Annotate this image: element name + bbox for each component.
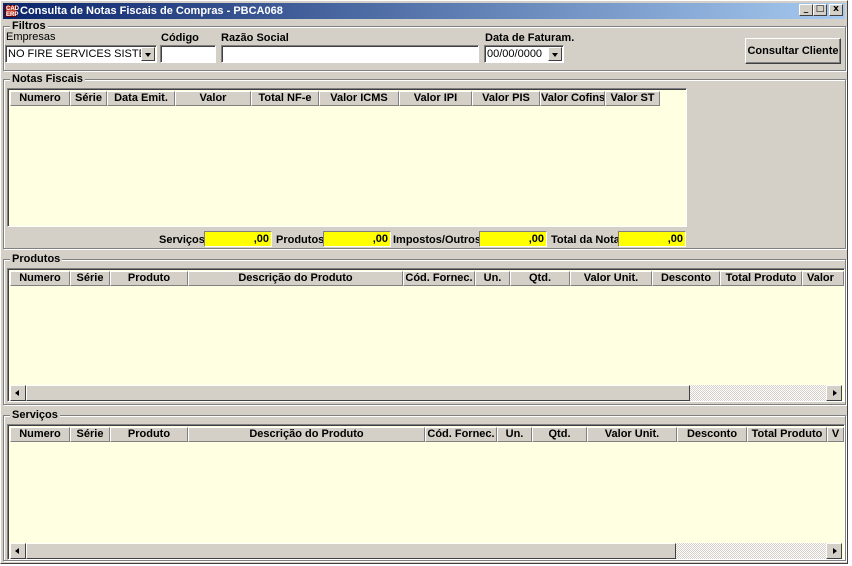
col-header[interactable]: Descrição do Produto: [188, 271, 403, 286]
col-header[interactable]: Numero: [10, 271, 70, 286]
scroll-thumb[interactable]: [26, 385, 690, 401]
col-header[interactable]: Qtd.: [532, 427, 587, 442]
consultar-cliente-button[interactable]: Consultar Cliente: [745, 38, 841, 64]
col-header[interactable]: Numero: [10, 427, 70, 442]
codigo-label: Código: [161, 32, 199, 44]
servicos-group-label: Serviços: [10, 409, 60, 421]
data-faturamento-picker[interactable]: 00/00/0000: [484, 45, 564, 63]
empresas-value: NO FIRE SERVICES SISTE: [8, 48, 146, 60]
col-header[interactable]: Valor Unit.: [587, 427, 677, 442]
col-header[interactable]: Valor Unit.: [570, 271, 652, 286]
razao-social-input[interactable]: [221, 45, 479, 63]
impostos-total-label: Impostos/Outros: [393, 234, 482, 246]
scroll-left-icon[interactable]: [10, 543, 26, 559]
col-header[interactable]: Produto: [110, 427, 188, 442]
nota-total-value: ,00: [618, 231, 686, 247]
col-header[interactable]: Total Produto: [747, 427, 827, 442]
produtos-group-label: Produtos: [10, 253, 63, 265]
col-header[interactable]: Série: [70, 91, 107, 106]
col-header[interactable]: Cód. Fornec.: [425, 427, 497, 442]
produtos-table[interactable]: Numero Série Produto Descrição do Produt…: [7, 268, 845, 402]
col-header[interactable]: Valor Cofins: [540, 91, 605, 106]
col-header[interactable]: Numero: [10, 91, 70, 106]
scroll-left-icon[interactable]: [10, 385, 26, 401]
servicos-total-value: ,00: [204, 231, 272, 247]
produtos-total-label: Produtos: [276, 234, 325, 246]
minimize-button[interactable]: _: [799, 4, 813, 16]
title-bar[interactable]: CAD ERP Consulta de Notas Fiscais de Com…: [3, 3, 845, 19]
col-header[interactable]: Valor ST: [605, 91, 660, 106]
chevron-down-icon[interactable]: [141, 47, 155, 61]
col-header[interactable]: Desconto: [652, 271, 720, 286]
col-header[interactable]: Total NF-e: [251, 91, 319, 106]
servicos-header: Numero Série Produto Descrição do Produt…: [10, 427, 844, 442]
razao-social-label: Razão Social: [221, 32, 289, 44]
col-header[interactable]: Desconto: [677, 427, 747, 442]
codigo-input[interactable]: [160, 45, 216, 63]
chevron-down-icon[interactable]: [548, 47, 562, 61]
window-title: Consulta de Notas Fiscais de Compras - P…: [20, 5, 283, 17]
col-header[interactable]: Un.: [497, 427, 532, 442]
maximize-button[interactable]: □: [813, 4, 827, 16]
nota-total-label: Total da Nota: [551, 234, 620, 246]
servicos-horizontal-scrollbar[interactable]: [10, 543, 842, 559]
col-header[interactable]: Descrição do Produto: [188, 427, 425, 442]
col-header[interactable]: Total Produto: [720, 271, 802, 286]
produtos-horizontal-scrollbar[interactable]: [10, 385, 842, 401]
produtos-header: Numero Série Produto Descrição do Produt…: [10, 271, 844, 286]
notas-fiscais-group-label: Notas Fiscais: [10, 73, 85, 85]
col-header[interactable]: Un.: [475, 271, 510, 286]
scroll-track[interactable]: [690, 385, 826, 401]
notas-fiscais-header: Numero Série Data Emit. Valor Total NF-e…: [10, 91, 660, 106]
col-header[interactable]: Valor IPI: [399, 91, 472, 106]
servicos-total-label: Serviços: [159, 234, 205, 246]
empresas-label: Empresas: [6, 31, 56, 43]
col-header[interactable]: Cód. Fornec.: [403, 271, 475, 286]
empresas-combo[interactable]: NO FIRE SERVICES SISTE: [5, 45, 157, 63]
app-icon: CAD ERP: [5, 5, 19, 18]
servicos-table[interactable]: Numero Série Produto Descrição do Produt…: [7, 424, 845, 560]
scroll-right-icon[interactable]: [826, 385, 842, 401]
close-button[interactable]: x: [829, 4, 843, 16]
main-window: CAD ERP Consulta de Notas Fiscais de Com…: [0, 0, 848, 564]
col-header[interactable]: Valor ICMS: [319, 91, 399, 106]
col-header[interactable]: Série: [70, 271, 110, 286]
col-header[interactable]: V: [827, 427, 844, 442]
col-header[interactable]: Valor: [175, 91, 251, 106]
scroll-thumb[interactable]: [26, 543, 676, 559]
col-header[interactable]: Valor PIS: [472, 91, 540, 106]
produtos-total-value: ,00: [323, 231, 391, 247]
scroll-track[interactable]: [676, 543, 826, 559]
col-header[interactable]: Data Emit.: [107, 91, 175, 106]
col-header[interactable]: Série: [70, 427, 110, 442]
col-header[interactable]: Valor: [802, 271, 844, 286]
col-header[interactable]: Produto: [110, 271, 188, 286]
impostos-total-value: ,00: [479, 231, 547, 247]
notas-fiscais-table[interactable]: Numero Série Data Emit. Valor Total NF-e…: [7, 88, 687, 227]
data-faturamento-label: Data de Faturam.: [485, 32, 575, 44]
col-header[interactable]: Qtd.: [510, 271, 570, 286]
data-faturamento-value: 00/00/0000: [487, 48, 543, 60]
scroll-right-icon[interactable]: [826, 543, 842, 559]
